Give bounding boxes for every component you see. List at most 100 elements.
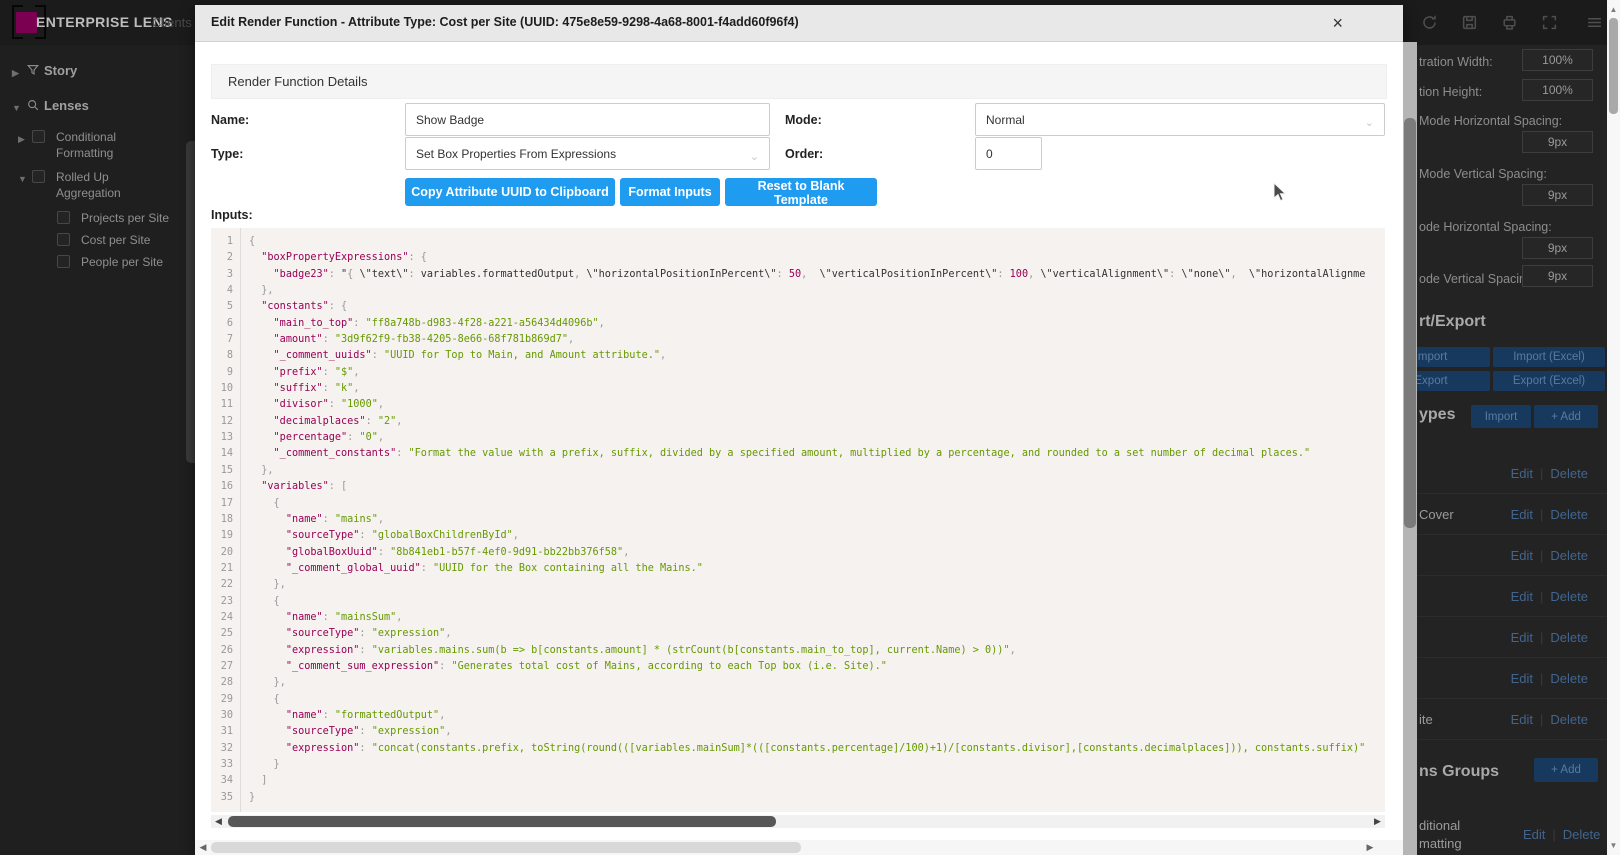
export-button[interactable]: Export bbox=[1417, 371, 1490, 391]
divider: | bbox=[1540, 630, 1543, 645]
dialog-horizontal-scrollbar[interactable]: ◀ ▶ bbox=[195, 840, 1403, 855]
line-number: 10 bbox=[211, 381, 240, 397]
edit-link[interactable]: Edit bbox=[1511, 630, 1533, 645]
code-line: "name": "mains", bbox=[242, 512, 1385, 528]
line-number: 20 bbox=[211, 545, 240, 561]
page-scrollbar[interactable]: ▲ ▼ bbox=[1607, 0, 1620, 855]
refresh-icon[interactable] bbox=[1421, 14, 1438, 31]
line-number: 21 bbox=[211, 561, 240, 577]
mode-select[interactable]: Normal ⌄ bbox=[975, 103, 1385, 136]
sidebar-item-cost-per-site[interactable]: Cost per Site bbox=[57, 232, 150, 248]
print-icon[interactable] bbox=[1501, 14, 1518, 31]
delete-link[interactable]: Delete bbox=[1550, 630, 1588, 645]
line-number: 23 bbox=[211, 594, 240, 610]
sidebar-item-people-per-site[interactable]: People per Site bbox=[57, 254, 163, 270]
code-line: "sourceType": "expression", bbox=[242, 724, 1385, 740]
edit-link[interactable]: Edit bbox=[1511, 589, 1533, 604]
edit-link[interactable]: Edit bbox=[1511, 671, 1533, 686]
line-number: 4 bbox=[211, 283, 240, 299]
groups-add-button[interactable]: + Add bbox=[1534, 758, 1598, 782]
scroll-up-arrow-icon[interactable]: ▲ bbox=[1607, 3, 1620, 16]
checkbox[interactable] bbox=[32, 170, 45, 183]
edit-link[interactable]: Edit bbox=[1511, 548, 1533, 563]
sidebar-item-story[interactable]: ▶ Story bbox=[12, 63, 77, 81]
code-line: { bbox=[242, 594, 1385, 610]
sidebar-item-projects-per-site[interactable]: Projects per Site bbox=[57, 210, 169, 226]
chevron-down-icon[interactable]: ▼ bbox=[18, 171, 32, 187]
dialog-vertical-scrollbar[interactable] bbox=[1403, 42, 1417, 855]
mode-label: Mode: bbox=[785, 113, 822, 127]
close-icon[interactable]: × bbox=[1332, 12, 1343, 34]
chevron-right-icon[interactable]: ▶ bbox=[12, 65, 26, 81]
sidebar-item-lenses[interactable]: ▼ Lenses bbox=[12, 98, 89, 116]
attribute-type-list: Edit|DeleteCoverEdit|DeleteEdit|DeleteEd… bbox=[1417, 453, 1607, 740]
inputs-code-editor[interactable]: 1234567891011121314151617181920212223242… bbox=[211, 228, 1385, 812]
row-label: Cover bbox=[1419, 507, 1454, 522]
delete-link[interactable]: Delete bbox=[1550, 589, 1588, 604]
divider: | bbox=[1540, 507, 1543, 522]
delete-link[interactable]: Delete bbox=[1550, 507, 1588, 522]
delete-link[interactable]: Delete bbox=[1550, 548, 1588, 563]
list-item: Cover Edit | Delete bbox=[1417, 494, 1607, 535]
copy-attribute-uuid-button[interactable]: Copy Attribute UUID to Clipboard bbox=[405, 178, 615, 206]
order-input[interactable] bbox=[975, 137, 1042, 170]
delete-link[interactable]: Delete bbox=[1550, 466, 1588, 481]
delete-link[interactable]: Delete bbox=[1550, 671, 1588, 686]
list-item: Edit|Delete bbox=[1417, 576, 1607, 617]
edit-link[interactable]: Edit bbox=[1511, 712, 1533, 727]
name-label: Name: bbox=[211, 113, 249, 127]
expand-icon[interactable] bbox=[1541, 14, 1558, 31]
chevron-down-icon[interactable]: ▼ bbox=[12, 100, 26, 116]
scroll-right-arrow-icon[interactable]: ▶ bbox=[1371, 815, 1384, 828]
checkbox[interactable] bbox=[32, 130, 45, 143]
dialog-button-row: Copy Attribute UUID to ClipboardFormat I… bbox=[405, 178, 877, 206]
edit-link[interactable]: Edit bbox=[1511, 507, 1533, 522]
delete-link[interactable]: Delete bbox=[1563, 827, 1601, 842]
import-button[interactable]: Import bbox=[1417, 347, 1490, 367]
setting-value[interactable]: 9px bbox=[1522, 184, 1593, 206]
row-actions: Edit|Delete bbox=[1511, 712, 1588, 727]
types-add-button[interactable]: + Add bbox=[1534, 405, 1598, 428]
edit-link[interactable]: Edit bbox=[1511, 466, 1533, 481]
setting-value[interactable]: 100% bbox=[1522, 49, 1593, 71]
types-import-button[interactable]: Import bbox=[1471, 405, 1531, 428]
setting-label: tration Width: bbox=[1419, 55, 1493, 69]
import-excel-button[interactable]: Import (Excel) bbox=[1493, 347, 1605, 367]
sidebar-item-conditional-formatting[interactable]: ▶ Conditional Formatting bbox=[18, 129, 152, 161]
setting-value[interactable]: 9px bbox=[1522, 265, 1593, 287]
inputs-label: Inputs: bbox=[211, 208, 253, 222]
reset-to-blank-template-button[interactable]: Reset to Blank Template bbox=[725, 178, 877, 206]
list-item: Edit | Delete bbox=[1417, 617, 1607, 658]
format-inputs-button[interactable]: Format Inputs bbox=[620, 178, 720, 206]
scroll-down-arrow-icon[interactable]: ▼ bbox=[1607, 839, 1620, 852]
setting-value[interactable]: 9px bbox=[1522, 131, 1593, 153]
dialog-scrollbar-thumb[interactable] bbox=[211, 842, 801, 853]
checkbox[interactable] bbox=[57, 233, 70, 246]
page-scrollbar-thumb[interactable] bbox=[1609, 18, 1618, 114]
menu-icon[interactable] bbox=[1586, 14, 1603, 31]
dialog-scrollbar-thumb[interactable] bbox=[1404, 118, 1416, 528]
checkbox[interactable] bbox=[57, 255, 70, 268]
sidebar-item-rolled-up-aggregation[interactable]: ▼ Rolled Up Aggregation bbox=[18, 169, 152, 201]
type-select[interactable]: Set Box Properties From Expressions ⌄ bbox=[405, 137, 770, 170]
name-input[interactable] bbox=[405, 103, 770, 136]
section-header: Render Function Details bbox=[211, 64, 1387, 99]
export-excel-button[interactable]: Export (Excel) bbox=[1493, 371, 1605, 391]
edit-link[interactable]: Edit bbox=[1523, 827, 1545, 842]
setting-value[interactable]: 100% bbox=[1522, 79, 1593, 101]
scroll-left-arrow-icon[interactable]: ◀ bbox=[212, 815, 225, 828]
scroll-right-arrow-icon[interactable]: ▶ bbox=[1363, 841, 1377, 854]
editor-scrollbar-thumb[interactable] bbox=[228, 816, 776, 827]
code-line: "decimalplaces": "2", bbox=[242, 414, 1385, 430]
checkbox[interactable] bbox=[57, 211, 70, 224]
line-number: 26 bbox=[211, 643, 240, 659]
setting-value[interactable]: 9px bbox=[1522, 237, 1593, 259]
code-line: "prefix": "$", bbox=[242, 365, 1385, 381]
editor-horizontal-scrollbar[interactable]: ◀ ▶ bbox=[211, 815, 1385, 828]
delete-link[interactable]: Delete bbox=[1550, 712, 1588, 727]
divider: | bbox=[1540, 466, 1543, 481]
chevron-right-icon[interactable]: ▶ bbox=[18, 131, 32, 147]
dialog-title: Edit Render Function - Attribute Type: C… bbox=[211, 15, 799, 29]
scroll-left-arrow-icon[interactable]: ◀ bbox=[196, 841, 210, 854]
save-icon[interactable] bbox=[1461, 14, 1478, 31]
